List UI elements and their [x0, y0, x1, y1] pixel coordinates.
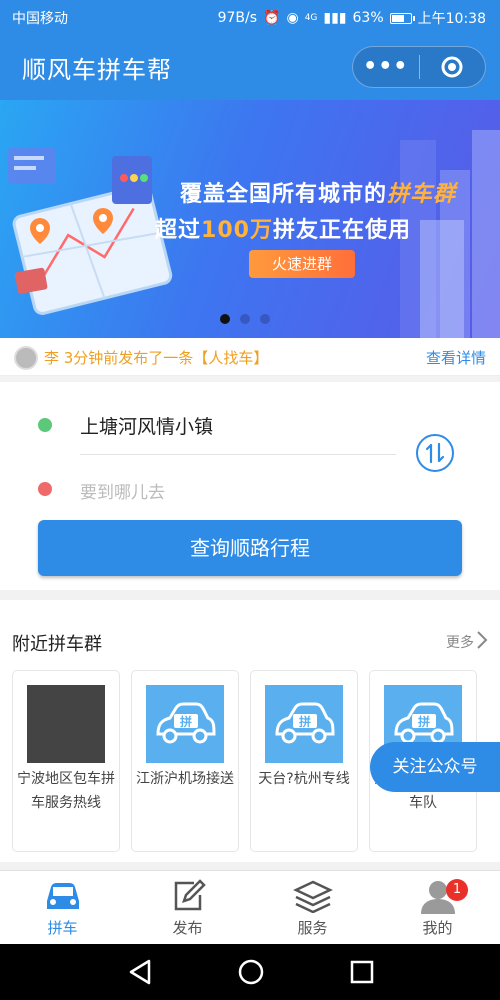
recents-icon[interactable]	[349, 958, 375, 990]
battery-percent: 63%	[352, 10, 384, 26]
tab-carpool[interactable]: 拼车	[0, 871, 125, 944]
notice-text: 李 3分钟前发布了一条【人找车】	[44, 349, 269, 367]
tab-mine[interactable]: 1 我的	[375, 871, 500, 944]
tab-publish[interactable]: 发布	[125, 871, 250, 944]
home-icon[interactable]	[237, 958, 265, 990]
bottom-tab-bar: 拼车 发布 服务 1 我的	[0, 870, 500, 944]
group-card[interactable]: 宁波地区包车拼车服务热线	[12, 670, 120, 852]
car-badge-text: 拼	[418, 714, 430, 729]
network-speed: 97B/s	[217, 10, 258, 26]
alarm-icon: ⏰	[263, 10, 281, 26]
target-icon[interactable]	[420, 55, 486, 79]
tab-label: 服务	[297, 919, 328, 937]
car-icon: 拼	[265, 685, 343, 763]
origin-dot-icon	[38, 418, 52, 432]
tab-label: 拼车	[47, 919, 78, 937]
status-right: 97B/s ⏰ ◉ 4G ▮▮▮ 63% 上午10:38	[218, 8, 486, 28]
field-divider	[80, 454, 396, 455]
tab-label: 我的	[422, 919, 453, 937]
back-icon[interactable]	[127, 958, 153, 990]
search-route-button[interactable]: 查询顺路行程	[38, 520, 462, 576]
group-name: 天台?杭州专线	[258, 771, 350, 787]
network-type: 4G	[304, 13, 318, 23]
mini-program-capsule: •••	[352, 46, 486, 88]
tab-label: 发布	[172, 919, 203, 937]
group-name: 宁波地区包车拼车服务热线	[17, 771, 115, 811]
group-name: 江浙沪机场接送	[136, 771, 234, 787]
more-link[interactable]: 更多	[446, 632, 474, 652]
destination-dot-icon	[38, 482, 52, 496]
car-badge-text: 拼	[180, 714, 192, 729]
nearby-groups-section: 附近拼车群 更多 宁波地区包车拼车服务热线 拼 江浙沪机场接送 拼 天台?杭州专…	[0, 600, 500, 862]
more-dots-icon[interactable]: •••	[353, 56, 419, 78]
group-photo-collage	[27, 685, 105, 763]
signal-icon: ▮▮▮	[323, 10, 347, 26]
notice-bar: 李 3分钟前发布了一条【人找车】 查看详情	[0, 338, 500, 376]
top-bar: 中国移动 97B/s ⏰ ◉ 4G ▮▮▮ 63% 上午10:38 顺风车拼车帮…	[0, 0, 500, 100]
group-card[interactable]: 拼 天台?杭州专线	[250, 670, 358, 852]
follow-account-button[interactable]: 关注公众号	[370, 742, 500, 792]
chevron-right-icon[interactable]	[476, 630, 488, 654]
carousel-dot[interactable]	[260, 314, 270, 324]
page-title: 顺风车拼车帮	[22, 56, 172, 84]
origin-field[interactable]: 上塘河风情小镇	[80, 412, 213, 439]
car-icon: 拼	[146, 685, 224, 763]
join-group-button[interactable]: 火速进群	[249, 250, 355, 278]
carousel-dots	[220, 314, 270, 324]
swap-icon[interactable]	[416, 434, 454, 472]
avatar	[14, 346, 38, 370]
carrier-label: 中国移动	[12, 11, 68, 27]
system-nav-bar	[0, 944, 500, 1000]
view-details-link[interactable]: 查看详情	[426, 347, 486, 368]
section-title: 附近拼车群	[12, 634, 102, 655]
notification-badge: 1	[446, 879, 468, 901]
banner-subline: 超过100万拼友正在使用	[155, 218, 411, 243]
edit-icon	[170, 879, 206, 917]
layers-icon	[292, 879, 333, 917]
carousel-dot[interactable]	[220, 314, 230, 324]
car-icon	[43, 879, 83, 917]
group-card[interactable]: 拼 江浙沪机场接送	[131, 670, 239, 852]
destination-field[interactable]: 要到哪儿去	[80, 478, 165, 503]
banner-headline: 覆盖全国所有城市的拼车群	[180, 182, 457, 207]
eye-icon: ◉	[286, 10, 299, 26]
status-bar: 中国移动 97B/s ⏰ ◉ 4G ▮▮▮ 63% 上午10:38	[0, 0, 500, 34]
tab-services[interactable]: 服务	[250, 871, 375, 944]
clock: 上午10:38	[417, 11, 486, 27]
car-badge-text: 拼	[299, 714, 311, 729]
promo-banner[interactable]: 覆盖全国所有城市的拼车群 超过100万拼友正在使用 火速进群	[0, 100, 500, 338]
carousel-dot[interactable]	[240, 314, 250, 324]
battery-icon	[389, 12, 415, 24]
route-card: 上塘河风情小镇 要到哪儿去 查询顺路行程	[0, 382, 500, 590]
